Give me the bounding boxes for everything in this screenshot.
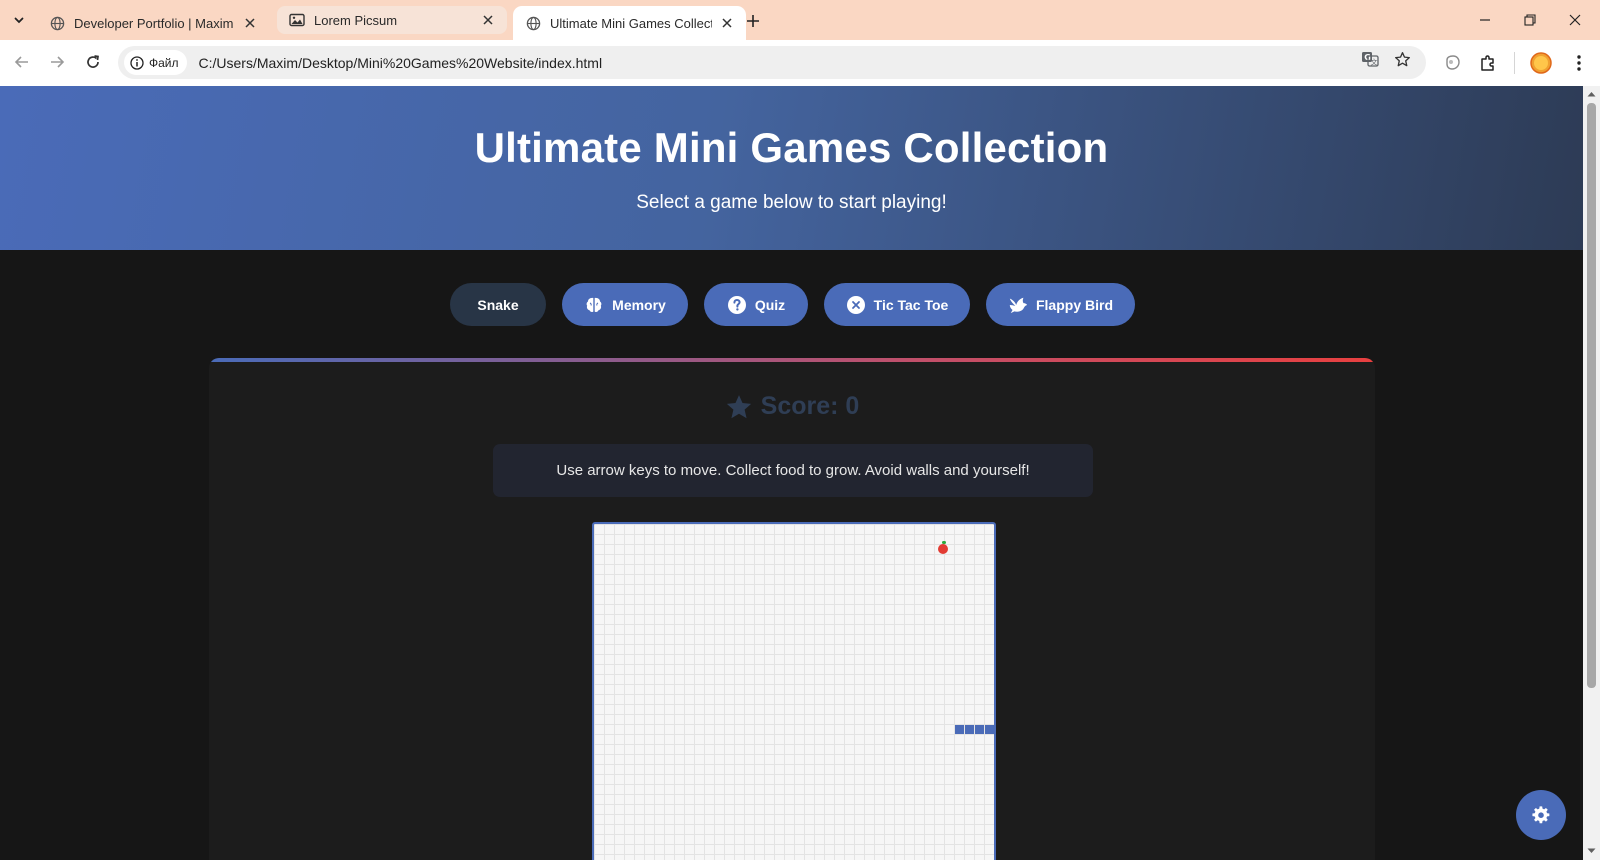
page-scrollbar[interactable]	[1583, 86, 1600, 860]
brain-icon	[584, 295, 604, 315]
snake-segment	[955, 725, 964, 734]
reload-button[interactable]	[79, 48, 107, 76]
page-title: Ultimate Mini Games Collection	[474, 124, 1109, 171]
button-label: Tic Tac Toe	[873, 296, 949, 313]
settings-button[interactable]	[1516, 790, 1566, 840]
food-apple	[938, 544, 948, 554]
gear-icon	[1532, 806, 1550, 824]
close-icon[interactable]	[241, 14, 259, 32]
url-text: C:/Users/Maxim/Desktop/Mini%20Games%20We…	[198, 54, 603, 71]
instructions-box: Use arrow keys to move. Collect food to …	[493, 444, 1093, 497]
minimize-button[interactable]	[1463, 4, 1507, 36]
tab-title: Developer Portfolio | Maxim Mk	[74, 15, 235, 31]
button-label: Snake	[477, 296, 519, 313]
extensions-menu-button[interactable]	[1476, 51, 1500, 75]
plus-icon	[747, 15, 759, 27]
tab-search-button[interactable]	[6, 8, 32, 32]
reload-icon	[87, 55, 99, 68]
scroll-down-arrow[interactable]	[1587, 846, 1596, 855]
tab-ultimate-mini-games[interactable]: Ultimate Mini Games Collection	[513, 6, 746, 40]
scrollbar-thumb[interactable]	[1587, 103, 1596, 688]
restore-icon	[1524, 14, 1536, 26]
star-icon	[726, 394, 751, 418]
toolbar-divider	[1514, 52, 1515, 74]
address-bar[interactable]: Файл C:/Users/Maxim/Desktop/Mini%20Games…	[118, 46, 1426, 79]
snake-segment	[965, 725, 974, 734]
browser-tab-bar: Developer Portfolio | Maxim Mk Lorem Pic…	[0, 0, 1600, 40]
bookmark-button[interactable]	[1392, 49, 1412, 69]
close-icon	[1569, 14, 1581, 26]
food-leaf	[942, 541, 946, 544]
page-subtitle: Select a game below to start playing!	[636, 192, 947, 213]
extension-button[interactable]	[1441, 51, 1465, 75]
button-label: Flappy Bird	[1035, 296, 1113, 313]
button-label: Quiz	[754, 296, 786, 313]
page-header: Ultimate Mini Games Collection Select a …	[0, 86, 1583, 250]
tab-developer-portfolio[interactable]: Developer Portfolio | Maxim Mk	[37, 6, 269, 40]
question-icon	[727, 295, 747, 315]
close-window-button[interactable]	[1553, 4, 1597, 36]
more-vertical-icon	[1577, 55, 1581, 71]
translate-icon: G文	[1362, 52, 1379, 67]
tic-tac-toe-game-button[interactable]: Tic Tac Toe	[824, 283, 970, 326]
avatar	[1530, 52, 1552, 74]
image-icon	[289, 12, 305, 28]
info-icon	[130, 55, 144, 70]
new-tab-button[interactable]	[741, 9, 765, 33]
quiz-game-button[interactable]: Quiz	[704, 283, 808, 326]
globe-icon	[525, 15, 541, 31]
minimize-icon	[1480, 19, 1490, 21]
dove-icon	[1008, 295, 1028, 315]
svg-text:文: 文	[1371, 58, 1378, 67]
instructions-text: Use arrow keys to move. Collect food to …	[556, 462, 1030, 479]
game-panel: Score: 0 Use arrow keys to move. Collect…	[209, 358, 1375, 860]
button-label: Memory	[612, 296, 666, 313]
back-button[interactable]	[8, 48, 36, 76]
page-viewport: Ultimate Mini Games Collection Select a …	[0, 86, 1583, 860]
browser-toolbar: Файл C:/Users/Maxim/Desktop/Mini%20Games…	[0, 40, 1600, 86]
tab-title: Ultimate Mini Games Collection	[550, 15, 712, 31]
site-info-chip[interactable]: Файл	[124, 50, 187, 75]
snake-game-button[interactable]: Snake	[450, 283, 546, 326]
scroll-up-arrow[interactable]	[1587, 89, 1596, 98]
close-icon[interactable]	[479, 11, 497, 29]
score-display: Score: 0	[209, 392, 1375, 421]
chevron-down-icon	[14, 17, 24, 24]
score-label: Score: 0	[760, 392, 860, 420]
flappy-bird-game-button[interactable]: Flappy Bird	[986, 283, 1135, 326]
snake-head	[985, 725, 994, 734]
snake-game-board[interactable]	[592, 522, 996, 860]
extension-app-icon	[1446, 55, 1460, 70]
browser-menu-button[interactable]	[1567, 51, 1591, 75]
site-chip-label: Файл	[149, 55, 179, 70]
globe-icon	[49, 15, 65, 31]
profile-button[interactable]	[1529, 51, 1553, 75]
memory-game-button[interactable]: Memory	[562, 283, 688, 326]
snake-segment	[975, 725, 984, 734]
arrow-left-icon	[14, 56, 28, 68]
tab-lorem-picsum[interactable]: Lorem Picsum	[277, 6, 507, 34]
arrow-right-icon	[51, 56, 65, 68]
x-circle-icon	[846, 295, 866, 315]
forward-button[interactable]	[43, 48, 71, 76]
star-outline-icon	[1394, 51, 1410, 66]
tab-title: Lorem Picsum	[314, 12, 398, 28]
translate-button[interactable]: G文	[1360, 49, 1380, 69]
close-icon[interactable]	[718, 14, 736, 32]
panel-accent-stripe	[209, 358, 1375, 362]
restore-button[interactable]	[1508, 4, 1552, 36]
puzzle-icon	[1481, 55, 1494, 71]
